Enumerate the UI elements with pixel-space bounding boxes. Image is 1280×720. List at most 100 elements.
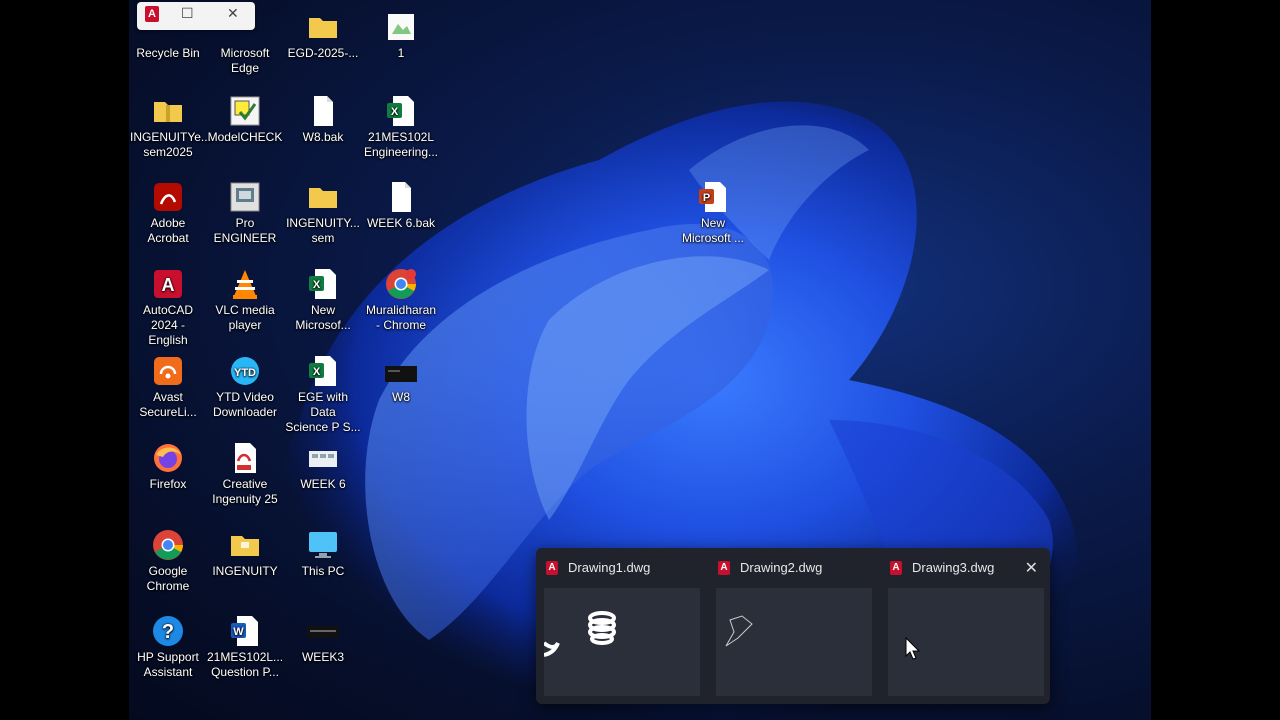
svg-text:W: W — [233, 626, 244, 638]
zip-folder-icon — [151, 94, 185, 128]
desktop-icon-microsoft-edge[interactable]: Microsoft Edge — [207, 10, 283, 76]
vlc-icon — [228, 267, 262, 301]
desktop-icon-autocad[interactable]: A AutoCAD 2024 - English — [130, 267, 206, 348]
folder-icon — [228, 528, 262, 562]
spring-drawing-icon — [542, 611, 616, 657]
chrome-icon — [151, 528, 185, 562]
icon-label: HP Support Assistant — [137, 650, 199, 679]
desktop-icon-vlc[interactable]: VLC media player — [207, 267, 283, 333]
dwg-thumbnail-icon — [306, 614, 340, 648]
icon-label: New Microsoft ... — [681, 216, 744, 245]
autocad-icon: A — [546, 561, 558, 575]
firefox-icon — [151, 441, 185, 475]
svg-text:?: ? — [162, 621, 174, 643]
icon-label: 21MES102L... Question P... — [207, 650, 284, 679]
desktop-icon-pro-engineer[interactable]: Pro ENGINEER — [207, 180, 283, 246]
desktop-icon-question-paper[interactable]: W 21MES102L... Question P... — [207, 614, 283, 680]
desktop-icon-modelcheck[interactable]: ModelCHECK — [207, 94, 283, 145]
dwg-thumbnail-icon — [384, 354, 418, 388]
desktop-icon-21mes102l-engineering[interactable]: X 21MES102L Engineering... — [363, 94, 439, 160]
icon-label: W8 — [392, 390, 410, 404]
desktop-icon-week6-bak[interactable]: WEEK 6.bak — [363, 180, 439, 231]
help-icon: ? — [151, 614, 185, 648]
word-icon: W — [228, 614, 262, 648]
edge-icon — [228, 10, 262, 44]
icon-label: WEEK 6.bak — [366, 216, 436, 230]
desktop-icon-1[interactable]: 1 — [363, 10, 439, 61]
desktop-icon-w8-bak[interactable]: W8.bak — [285, 94, 361, 145]
desktop-icon-new-powerpoint[interactable]: P New Microsoft ... — [675, 180, 751, 246]
desktop-icon-ytd[interactable]: YTD YTD Video Downloader — [207, 354, 283, 420]
icon-label: Muralidharan - Chrome — [365, 303, 437, 332]
icon-label: Creative Ingenuity 25 — [212, 477, 278, 506]
thumbnail-drawing3[interactable]: A Drawing3.dwg ✕ — [880, 548, 1052, 704]
desktop-icon-creative-ingenuity[interactable]: Creative Ingenuity 25 — [207, 441, 283, 507]
desktop-icon-ingenuity[interactable]: INGENUITY — [207, 528, 283, 579]
icon-label: Firefox — [149, 477, 187, 491]
taskbar-thumbnail-preview: A Drawing1.dwg A Drawing2.dwg A Drawing3 — [536, 548, 1050, 704]
icon-label: Avast SecureLi... — [139, 390, 197, 419]
monitor-icon — [306, 528, 340, 562]
icon-label: ModelCHECK — [207, 130, 283, 144]
excel-icon: X — [384, 94, 418, 128]
icon-label: Recycle Bin — [136, 46, 200, 60]
excel-icon: X — [306, 267, 340, 301]
desktop-icon-adobe-acrobat[interactable]: Adobe Acrobat — [130, 180, 206, 246]
desktop-icon-w8[interactable]: W8 — [363, 354, 439, 405]
thumbnail-canvas — [542, 588, 700, 696]
icon-label: Pro ENGINEER — [213, 216, 277, 245]
svg-text:YTD: YTD — [234, 367, 256, 379]
svg-text:P: P — [703, 192, 710, 204]
recycle-bin-icon — [151, 10, 185, 44]
ytd-icon: YTD — [228, 354, 262, 388]
avast-icon — [151, 354, 185, 388]
desktop-icon-ege-data-science[interactable]: X EGE with Data Science P S... — [285, 354, 361, 435]
chrome-icon — [384, 267, 418, 301]
icon-label: 1 — [397, 46, 405, 60]
folder-icon — [306, 10, 340, 44]
desktop-icon-egd-folder[interactable]: EGD-2025-... — [285, 10, 361, 61]
icon-label: 21MES102L Engineering... — [363, 130, 439, 159]
sketch-drawing-icon — [725, 615, 753, 647]
desktop-icon-muralidharan-chrome[interactable]: Muralidharan - Chrome — [363, 267, 439, 333]
thumbnail-title: Drawing2.dwg — [740, 560, 823, 575]
desktop-icon-firefox[interactable]: Firefox — [130, 441, 206, 492]
icon-label: WEEK3 — [301, 650, 344, 664]
autocad-icon: A — [151, 267, 185, 301]
modelcheck-icon — [228, 94, 262, 128]
mouse-cursor-icon — [905, 636, 921, 660]
close-icon[interactable]: ✕ — [1025, 558, 1038, 578]
icon-label: AutoCAD 2024 - English — [142, 303, 194, 347]
desktop-icon-week6[interactable]: WEEK 6 — [285, 441, 361, 492]
desktop-icon-ingenuity-zip[interactable]: INGENUITYe... sem2025 — [130, 94, 211, 160]
desktop-icon-ingenuity-sem[interactable]: INGENUITY... sem — [285, 180, 361, 246]
thumbnail-title: Drawing3.dwg — [912, 560, 995, 575]
desktop-icon-hp-support[interactable]: ? HP Support Assistant — [130, 614, 206, 680]
icon-label: New Microsof... — [295, 303, 351, 332]
desktop-icon-new-excel[interactable]: X New Microsof... — [285, 267, 361, 333]
icon-label: WEEK 6 — [300, 477, 346, 491]
image-file-icon — [306, 441, 340, 475]
icon-label: YTD Video Downloader — [212, 390, 278, 419]
desktop-icon-recycle-bin[interactable]: Recycle Bin — [130, 10, 206, 61]
desktop-icon-avast[interactable]: Avast SecureLi... — [130, 354, 206, 420]
proengineer-icon — [228, 180, 262, 214]
desktop-icon-google-chrome[interactable]: Google Chrome — [130, 528, 206, 594]
powerpoint-icon: P — [696, 180, 730, 214]
file-icon — [384, 180, 418, 214]
icon-label: Adobe Acrobat — [147, 216, 189, 245]
icon-label: W8.bak — [302, 130, 344, 144]
thumbnail-drawing2[interactable]: A Drawing2.dwg — [708, 548, 880, 704]
folder-icon — [306, 180, 340, 214]
autocad-icon: A — [718, 561, 730, 575]
file-icon — [306, 94, 340, 128]
icon-label: EGE with Data Science P S... — [285, 390, 361, 434]
thumbnail-drawing1[interactable]: A Drawing1.dwg — [536, 548, 708, 704]
desktop-icon-week3[interactable]: WEEK3 — [285, 614, 361, 665]
autocad-icon: A — [890, 561, 902, 575]
svg-text:X: X — [313, 366, 321, 378]
svg-text:X: X — [313, 279, 321, 291]
desktop-icon-this-pc[interactable]: This PC — [285, 528, 361, 579]
svg-text:A: A — [162, 275, 175, 295]
image-file-icon — [384, 10, 418, 44]
